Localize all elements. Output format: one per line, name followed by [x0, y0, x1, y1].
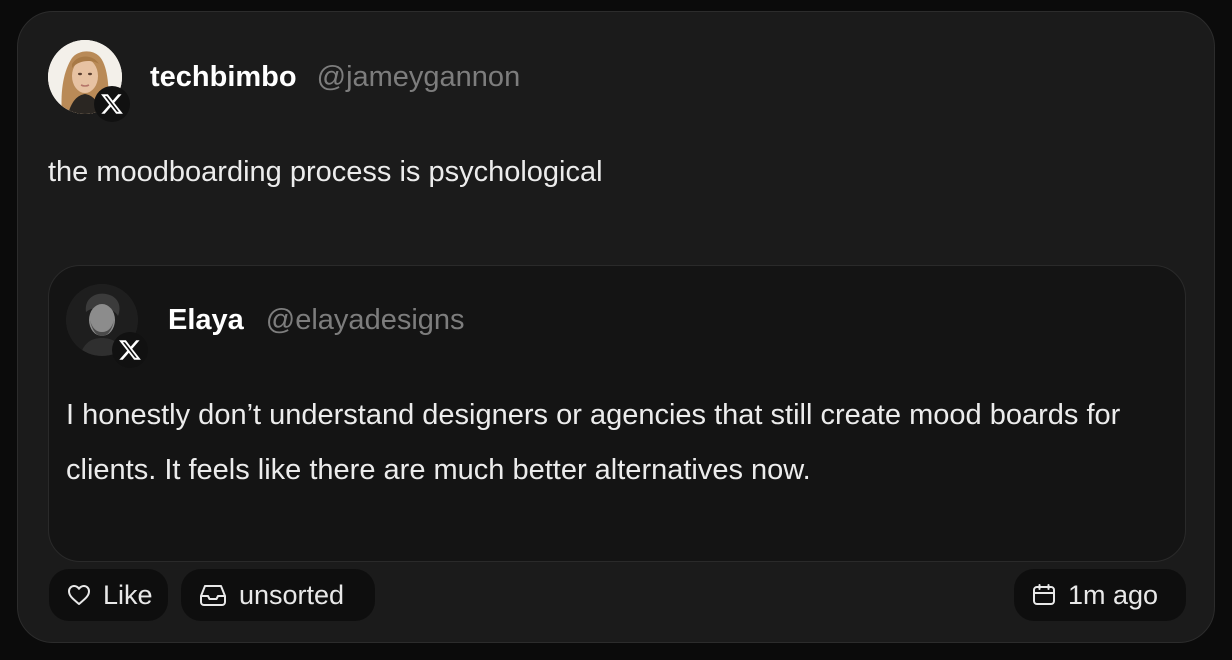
inbox-icon: [200, 585, 226, 606]
author-name[interactable]: techbimbo: [150, 61, 297, 94]
heart-icon: [68, 585, 90, 605]
quoted-author-name[interactable]: Elaya: [168, 304, 244, 337]
author-avatar[interactable]: [48, 40, 130, 122]
quoted-author-avatar[interactable]: [66, 284, 148, 368]
quoted-author-handle[interactable]: @elayadesigns: [266, 304, 465, 337]
quoted-post-text: I honestly don’t understand designers or…: [66, 399, 1121, 486]
like-button[interactable]: Like: [49, 569, 168, 621]
timestamp-text: 1m ago: [1068, 579, 1159, 610]
post-text: the moodboarding process is psychologica…: [48, 156, 603, 188]
author-handle[interactable]: @jameygannon: [317, 61, 521, 94]
calendar-icon: [1033, 584, 1055, 605]
quoted-author: Elaya @elayadesigns: [66, 284, 465, 368]
x-logo-icon: [94, 86, 130, 122]
like-label: Like: [103, 579, 153, 610]
post-card[interactable]: techbimbo @jameygannon the moodboarding …: [17, 11, 1215, 643]
timestamp-badge: 1m ago: [1014, 569, 1186, 621]
collection-label: unsorted: [239, 579, 345, 610]
x-logo-icon: [112, 332, 148, 368]
post-author: techbimbo @jameygannon: [48, 40, 521, 122]
quoted-post[interactable]: Elaya @elayadesigns I honestly don’t und…: [48, 265, 1186, 562]
collection-button[interactable]: unsorted: [181, 569, 375, 621]
